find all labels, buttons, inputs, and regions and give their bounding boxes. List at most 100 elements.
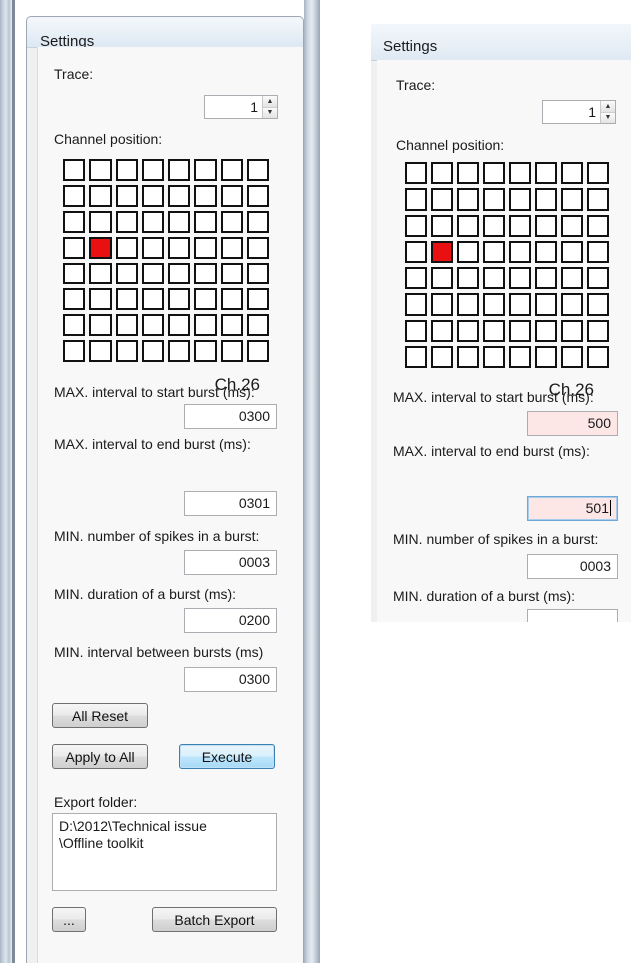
apply-to-all-button[interactable]: Apply to All <box>52 744 148 769</box>
channel-cell[interactable] <box>194 236 217 259</box>
channel-cell[interactable] <box>431 319 453 342</box>
all-reset-button[interactable]: All Reset <box>52 703 148 728</box>
channel-cell[interactable] <box>246 314 269 337</box>
spin-down-icon[interactable]: ▼ <box>263 107 277 118</box>
batch-export-button[interactable]: Batch Export <box>152 907 277 932</box>
channel-cell[interactable] <box>431 188 453 211</box>
channel-cell[interactable] <box>194 210 217 233</box>
channel-cell[interactable] <box>587 188 609 211</box>
channel-cell[interactable] <box>483 319 505 342</box>
channel-cell[interactable] <box>509 267 531 290</box>
channel-cell[interactable] <box>535 319 557 342</box>
channel-cell[interactable] <box>535 267 557 290</box>
channel-cell[interactable] <box>168 184 191 207</box>
channel-cell[interactable] <box>168 340 191 362</box>
channel-cell[interactable] <box>194 184 217 207</box>
channel-cell[interactable] <box>561 214 583 237</box>
channel-cell[interactable] <box>115 184 138 207</box>
channel-cell[interactable] <box>457 162 479 185</box>
channel-cell[interactable] <box>194 159 217 181</box>
channel-cell[interactable] <box>89 184 112 207</box>
channel-cell[interactable] <box>587 240 609 263</box>
channel-cell[interactable] <box>457 267 479 290</box>
channel-cell[interactable] <box>483 345 505 368</box>
channel-cell[interactable] <box>141 314 164 337</box>
channel-cell[interactable] <box>587 293 609 316</box>
channel-cell[interactable] <box>483 240 505 263</box>
channel-cell[interactable] <box>405 214 427 237</box>
channel-cell[interactable] <box>561 267 583 290</box>
channel-cell[interactable] <box>89 288 112 311</box>
channel-cell[interactable] <box>141 236 164 259</box>
channel-cell[interactable] <box>509 162 531 185</box>
channel-cell[interactable] <box>246 262 269 285</box>
channel-cell[interactable] <box>63 340 86 362</box>
channel-cell[interactable] <box>509 319 531 342</box>
channel-cell[interactable] <box>535 162 557 185</box>
channel-cell[interactable] <box>220 288 243 311</box>
channel-cell[interactable] <box>141 340 164 362</box>
channel-cell[interactable] <box>194 340 217 362</box>
channel-cell[interactable] <box>141 262 164 285</box>
channel-cell[interactable] <box>431 293 453 316</box>
max-end-interval-input-right[interactable]: 501 <box>527 496 618 521</box>
channel-cell[interactable] <box>483 267 505 290</box>
browse-button[interactable]: ... <box>52 907 86 932</box>
channel-cell[interactable] <box>220 159 243 181</box>
channel-cell-selected[interactable] <box>89 236 112 259</box>
channel-cell[interactable] <box>535 240 557 263</box>
trace-spinner[interactable]: 1 ▲ ▼ <box>204 95 278 119</box>
channel-cell[interactable] <box>141 210 164 233</box>
channel-cell[interactable] <box>168 288 191 311</box>
channel-cell[interactable] <box>194 314 217 337</box>
channel-cell[interactable] <box>561 188 583 211</box>
channel-cell[interactable] <box>431 267 453 290</box>
channel-cell[interactable] <box>561 345 583 368</box>
channel-cell[interactable] <box>220 262 243 285</box>
channel-cell[interactable] <box>115 288 138 311</box>
channel-cell[interactable] <box>168 159 191 181</box>
channel-cell[interactable] <box>220 236 243 259</box>
spin-up-icon[interactable]: ▲ <box>601 101 615 113</box>
channel-cell[interactable] <box>115 236 138 259</box>
channel-cell[interactable] <box>405 267 427 290</box>
channel-cell[interactable] <box>457 240 479 263</box>
max-start-interval-input-right[interactable]: 500 <box>527 411 618 436</box>
channel-cell[interactable] <box>220 210 243 233</box>
channel-cell[interactable] <box>457 214 479 237</box>
channel-cell[interactable] <box>246 288 269 311</box>
export-folder-textarea[interactable]: D:\2012\Technical issue \Offline toolkit <box>52 813 277 891</box>
channel-cell[interactable] <box>431 162 453 185</box>
min-spikes-input-right[interactable]: 0003 <box>527 554 618 579</box>
channel-cell[interactable] <box>63 288 86 311</box>
channel-cell[interactable] <box>89 340 112 362</box>
channel-cell[interactable] <box>483 188 505 211</box>
channel-cell[interactable] <box>509 214 531 237</box>
channel-cell[interactable] <box>405 162 427 185</box>
channel-cell[interactable] <box>63 262 86 285</box>
channel-cell[interactable] <box>457 319 479 342</box>
channel-cell[interactable] <box>246 340 269 362</box>
channel-cell[interactable] <box>561 319 583 342</box>
channel-cell[interactable] <box>115 314 138 337</box>
channel-cell[interactable] <box>168 236 191 259</box>
min-duration-input-right[interactable] <box>527 609 618 622</box>
channel-cell[interactable] <box>63 236 86 259</box>
channel-cell[interactable] <box>431 345 453 368</box>
channel-cell[interactable] <box>535 214 557 237</box>
channel-cell[interactable] <box>509 188 531 211</box>
channel-cell[interactable] <box>509 293 531 316</box>
channel-cell[interactable] <box>63 314 86 337</box>
channel-cell[interactable] <box>246 210 269 233</box>
spin-down-icon[interactable]: ▼ <box>601 112 615 123</box>
channel-cell[interactable] <box>141 184 164 207</box>
channel-cell[interactable] <box>168 314 191 337</box>
channel-cell[interactable] <box>457 293 479 316</box>
channel-cell[interactable] <box>535 345 557 368</box>
max-end-interval-input[interactable]: 0301 <box>184 491 277 516</box>
channel-cell[interactable] <box>89 159 112 181</box>
min-spikes-input[interactable]: 0003 <box>184 550 277 575</box>
channel-cell[interactable] <box>405 345 427 368</box>
channel-cell[interactable] <box>63 210 86 233</box>
channel-cell[interactable] <box>587 319 609 342</box>
